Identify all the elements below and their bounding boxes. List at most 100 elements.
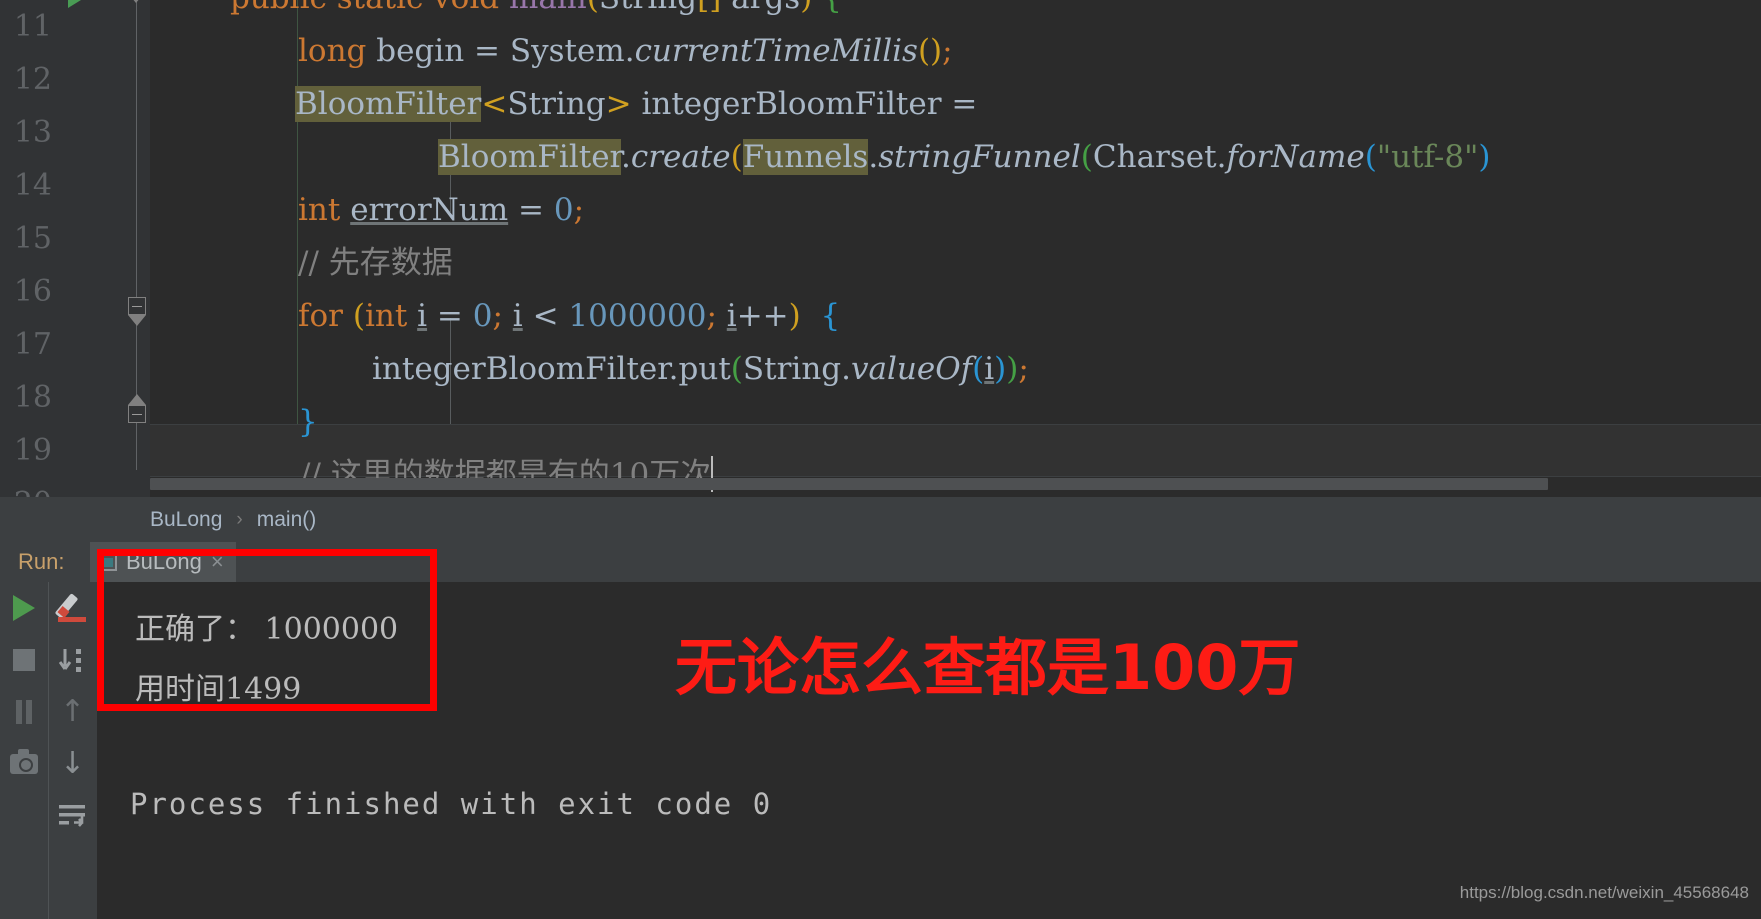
soft-wrap-button[interactable] xyxy=(49,790,96,842)
highlight-button[interactable] xyxy=(49,582,96,634)
run-toolbar-primary[interactable] xyxy=(0,582,47,919)
token-gt: > xyxy=(605,86,632,122)
token-equals: = xyxy=(508,192,554,228)
token-semicolon: ; xyxy=(492,298,513,334)
token-stringFunnel: stringFunnel xyxy=(878,139,1081,175)
console-line-2: 用时间1499 xyxy=(135,672,302,707)
screenshot-button[interactable] xyxy=(0,738,47,790)
token-System: System. xyxy=(509,33,635,69)
token-paren-close: ) xyxy=(800,0,812,16)
editor-gutter[interactable]: 11 12 13 14 15 16 17 18 19 20 xyxy=(0,0,150,497)
token-semicolon: ; xyxy=(573,192,585,228)
token-brace: { xyxy=(812,0,842,16)
previous-occurrence-button[interactable]: ↑ xyxy=(49,686,96,738)
code-line-11[interactable]: public static void main(String[] args) { xyxy=(150,0,1761,25)
token-BloomFilter-selected: BloomFilter xyxy=(438,139,621,175)
token-errorNum: errorNum xyxy=(350,192,509,228)
code-line-18[interactable]: integerBloomFilter.put(String.valueOf(i)… xyxy=(150,343,1761,396)
fold-arrow-down-icon[interactable] xyxy=(128,315,146,326)
token-args: args xyxy=(721,0,800,16)
run-window-label: Run: xyxy=(18,549,65,574)
rerun-button[interactable] xyxy=(0,582,47,634)
token-semicolon: ; xyxy=(942,33,953,69)
code-line-17[interactable]: for (int i = 0; i < 1000000; i++) { xyxy=(150,290,1761,343)
line-number: 17 xyxy=(13,327,52,362)
rerun-play-icon xyxy=(12,595,35,621)
token-paren: ) xyxy=(788,298,801,334)
token-lt: < xyxy=(481,86,508,122)
line-number: 11 xyxy=(13,9,52,44)
token-long: long xyxy=(298,33,367,69)
code-line-14[interactable]: BloomFilter.create(Funnels.stringFunnel(… xyxy=(150,131,1761,184)
token-utf8-string: "utf-8" xyxy=(1376,139,1479,175)
chevron-right-icon: › xyxy=(236,508,243,530)
token-semicolon: ; xyxy=(706,298,727,334)
run-toolbar-secondary[interactable]: ↑ ↓ xyxy=(48,582,96,919)
run-method-gutter-icon[interactable] xyxy=(68,0,81,8)
stop-button[interactable] xyxy=(0,634,47,686)
token-i: i xyxy=(417,298,428,334)
pause-button[interactable] xyxy=(0,686,47,738)
token-comment: // 先存数据 xyxy=(298,245,453,281)
token-variable: integerBloomFilter = xyxy=(631,86,978,122)
code-line-16[interactable]: // 先存数据 xyxy=(150,237,1761,290)
line-number: 12 xyxy=(13,62,52,97)
code-line-15[interactable]: int errorNum = 0; xyxy=(150,184,1761,237)
line-number: 18 xyxy=(13,380,52,415)
token-static: static xyxy=(337,0,424,16)
code-editor[interactable]: 11 12 13 14 15 16 17 18 19 20 public sta… xyxy=(0,0,1761,497)
fold-collapse-arrow-icon[interactable] xyxy=(127,0,145,3)
breadcrumb-class[interactable]: BuLong xyxy=(150,508,222,532)
token-void: void xyxy=(433,0,499,16)
stop-icon xyxy=(12,649,35,671)
run-tool-window[interactable]: Run: BuLong × ↑ ↓ 正确了： 1000000 用时间1499 P… xyxy=(0,542,1761,919)
code-line-12[interactable]: long begin = System.currentTimeMillis(); xyxy=(150,25,1761,78)
up-arrow-icon: ↑ xyxy=(59,694,86,729)
token-i: i xyxy=(984,351,995,387)
token-Funnels-selected: Funnels xyxy=(742,139,869,175)
token-method-call: integerBloomFilter.put xyxy=(372,351,731,387)
token-zero: 0 xyxy=(472,298,493,334)
line-number: 13 xyxy=(13,115,52,150)
run-config-icon xyxy=(100,553,117,571)
fold-expand-icon[interactable] xyxy=(128,405,146,423)
token-semicolon: ; xyxy=(1018,351,1029,387)
token-currentTimeMillis: currentTimeMillis xyxy=(634,33,918,69)
token-String: String. xyxy=(742,351,851,387)
token-dot: . xyxy=(868,139,879,175)
code-line-19[interactable]: } xyxy=(150,396,1761,449)
soft-wrap-icon xyxy=(58,805,87,827)
code-line-13[interactable]: BloomFilter<String> integerBloomFilter = xyxy=(150,78,1761,131)
line-number-column: 11 12 13 14 15 16 17 18 19 20 xyxy=(0,0,62,497)
token-paren: ( xyxy=(1364,139,1377,175)
token-paren: ( xyxy=(587,0,599,16)
token-paren: ( xyxy=(352,298,365,334)
token-valueOf: valueOf xyxy=(851,351,973,387)
line-number: 15 xyxy=(13,221,52,256)
editor-horizontal-scrollbar[interactable] xyxy=(150,478,1548,490)
token-paren: ) xyxy=(1006,351,1019,387)
console-line-1: 正确了： 1000000 xyxy=(135,612,399,647)
token-String: String xyxy=(599,0,697,16)
token-i: i xyxy=(512,298,523,334)
token-dot: . xyxy=(620,139,631,175)
breadcrumb-method[interactable]: main() xyxy=(257,508,317,532)
token-paren: ( xyxy=(1080,139,1093,175)
annotation-red-text: 无论怎么查都是100万 xyxy=(675,631,1301,704)
line-number: 16 xyxy=(13,274,52,309)
console-line-3: Process finished with exit code 0 xyxy=(130,787,773,821)
token-paren: ( xyxy=(972,351,985,387)
close-icon[interactable]: × xyxy=(211,551,224,573)
fold-collapse-icon[interactable] xyxy=(128,297,146,315)
run-configuration-tab[interactable]: BuLong × xyxy=(90,542,236,582)
scroll-to-end-button[interactable] xyxy=(49,634,96,686)
breadcrumb[interactable]: BuLong › main() xyxy=(0,497,1761,542)
line-number: 19 xyxy=(13,433,52,468)
token-equals: = xyxy=(427,298,473,334)
fold-arrow-up-icon[interactable] xyxy=(128,394,146,405)
token-zero: 0 xyxy=(553,192,574,228)
token-brace: } xyxy=(298,404,318,440)
line-number: 20 xyxy=(0,477,62,497)
next-occurrence-button[interactable]: ↓ xyxy=(49,738,96,790)
code-text-area[interactable]: public static void main(String[] args) {… xyxy=(150,0,1761,497)
